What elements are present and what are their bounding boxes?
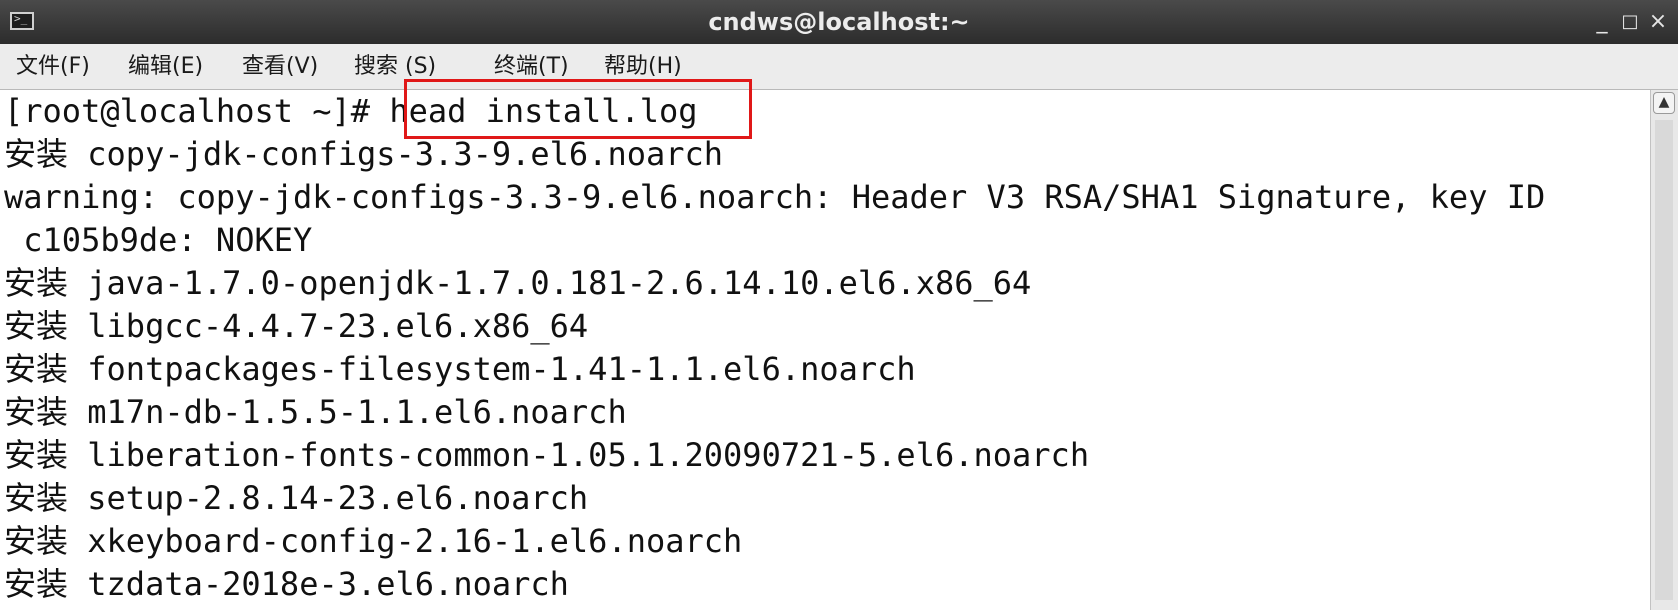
menu-terminal[interactable]: 终端(T) <box>494 52 569 82</box>
terminal-window: >_ cndws@localhost:~ _ □ × 文件(F) 编辑(E) 查… <box>0 0 1678 610</box>
output-line: 安装 liberation-fonts-common-1.05.1.200907… <box>4 436 1090 474</box>
scroll-up-arrow-icon[interactable]: ▲ <box>1653 92 1675 114</box>
menu-bar: 文件(F) 编辑(E) 查看(V) 搜索 (S) 终端(T) 帮助(H) <box>0 44 1678 90</box>
menu-view[interactable]: 查看(V) <box>242 52 318 82</box>
menu-help[interactable]: 帮助(H) <box>604 52 682 82</box>
minimize-button[interactable]: _ <box>1588 0 1616 44</box>
output-line: 安装 fontpackages-filesystem-1.41-1.1.el6.… <box>4 350 916 388</box>
terminal-output[interactable]: [root@localhost ~]# head install.log 安装 … <box>0 90 1650 610</box>
close-button[interactable]: × <box>1644 0 1672 44</box>
output-line: c105b9de: NOKEY <box>4 221 313 259</box>
maximize-button[interactable]: □ <box>1616 0 1644 44</box>
output-line: 安装 m17n-db-1.5.5-1.1.el6.noarch <box>4 393 627 431</box>
output-line: 安装 libgcc-4.4.7-23.el6.x86_64 <box>4 307 589 345</box>
menu-search[interactable]: 搜索 (S) <box>354 52 436 82</box>
output-line: 安装 java-1.7.0-openjdk-1.7.0.181-2.6.14.1… <box>4 264 1032 302</box>
output-line: 安装 tzdata-2018e-3.el6.noarch <box>4 565 569 603</box>
menu-edit[interactable]: 编辑(E) <box>128 52 203 82</box>
shell-prompt: [root@localhost ~]# <box>4 92 390 130</box>
output-line: 安装 setup-2.8.14-23.el6.noarch <box>4 479 589 517</box>
command-highlight-box <box>404 79 752 139</box>
output-line: 安装 copy-jdk-configs-3.3-9.el6.noarch <box>4 135 724 173</box>
vertical-scrollbar[interactable]: ▲ <box>1650 90 1678 610</box>
output-line: 安装 xkeyboard-config-2.16-1.el6.noarch <box>4 522 743 560</box>
title-bar[interactable]: >_ cndws@localhost:~ _ □ × <box>0 0 1678 44</box>
output-line: warning: copy-jdk-configs-3.3-9.el6.noar… <box>4 178 1546 216</box>
scroll-thumb[interactable] <box>1655 120 1673 600</box>
menu-file[interactable]: 文件(F) <box>16 52 90 82</box>
window-title: cndws@localhost:~ <box>708 8 970 36</box>
